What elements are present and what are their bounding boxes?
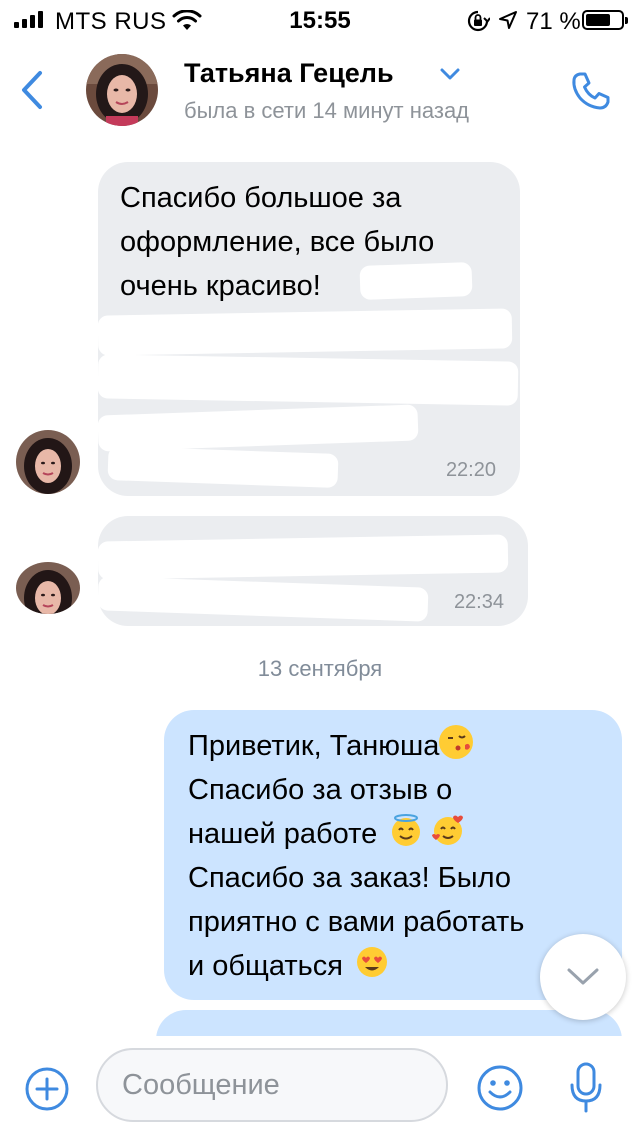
avatar[interactable] <box>86 54 158 126</box>
voice-message-button[interactable] <box>562 1058 610 1118</box>
back-chevron-icon <box>22 71 42 109</box>
redaction <box>97 354 519 406</box>
halo-smile-emoji <box>389 813 423 847</box>
scroll-down-button[interactable] <box>540 934 626 1020</box>
back-button[interactable] <box>14 68 50 112</box>
location-icon <box>499 11 517 29</box>
message-line: Приветик, Танюша <box>188 730 440 762</box>
redaction <box>97 308 513 356</box>
redaction <box>359 262 473 300</box>
redaction <box>97 404 419 452</box>
contact-name[interactable]: Татьяна Гецель <box>184 58 394 89</box>
hearts-face-emoji <box>431 813 465 847</box>
message-time: 22:20 <box>445 459 496 481</box>
attach-button[interactable] <box>24 1066 70 1112</box>
redaction <box>97 534 509 580</box>
date-separator: 13 сентября <box>257 656 383 681</box>
message-line: приятно с вами работать <box>188 906 525 938</box>
message-line: Спасибо за заказ! Было <box>188 862 511 894</box>
chevron-down-icon[interactable] <box>440 68 460 80</box>
kissing-face-emoji <box>439 725 474 759</box>
heart-eyes-emoji <box>355 945 389 979</box>
message-bubble[interactable]: 22:34 <box>97 516 528 626</box>
scroll-down-icon <box>567 968 599 985</box>
add-icon <box>25 1067 69 1111</box>
redaction <box>107 445 339 489</box>
smile-icon <box>477 1065 523 1111</box>
message-time: 22:34 <box>453 591 504 613</box>
contact-status: была в сети 14 минут назад <box>184 98 470 123</box>
phone-icon <box>572 72 610 110</box>
message-line: нашей работе <box>188 818 378 850</box>
avatar[interactable] <box>16 562 80 614</box>
emoji-button[interactable] <box>474 1062 526 1114</box>
composer-bar <box>0 1036 640 1136</box>
microphone-icon <box>570 1062 602 1113</box>
call-button[interactable] <box>566 68 616 114</box>
redaction <box>97 576 429 622</box>
message-input[interactable] <box>98 1050 446 1120</box>
battery-percent: 71 % <box>526 8 581 35</box>
rotation-lock-icon <box>467 10 490 32</box>
message-line: и общаться <box>188 950 343 982</box>
message-field[interactable] <box>96 1048 448 1122</box>
avatar[interactable] <box>16 430 80 494</box>
chat-header: Татьяна Гецель была в сети 14 минут наза… <box>0 40 640 140</box>
status-bar: MTS RUS 15:55 71 % <box>0 0 640 40</box>
message-bubble[interactable]: Спасибо большое за оформление, все было … <box>97 162 520 496</box>
battery-icon <box>582 10 628 30</box>
message-line: Спасибо за отзыв о <box>188 774 453 806</box>
